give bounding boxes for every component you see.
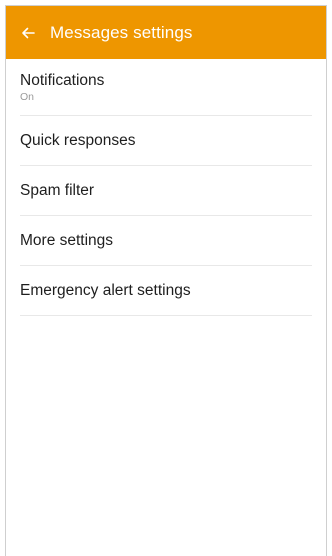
- more-settings-label: More settings: [20, 232, 114, 249]
- spam-filter-setting[interactable]: Spam filter: [20, 166, 312, 216]
- notifications-setting[interactable]: Notifications On: [20, 59, 312, 116]
- quick-responses-setting[interactable]: Quick responses: [20, 116, 312, 166]
- more-settings-setting[interactable]: More settings: [20, 216, 312, 266]
- notifications-label: Notifications: [20, 71, 105, 89]
- notifications-status: On: [20, 90, 35, 103]
- settings-list: Notifications On Quick responses Spam fi…: [6, 59, 326, 316]
- emergency-alert-settings-label: Emergency alert settings: [20, 282, 191, 299]
- arrow-left-icon: [21, 27, 35, 39]
- spam-filter-label: Spam filter: [20, 182, 95, 199]
- emergency-alert-settings-setting[interactable]: Emergency alert settings: [20, 266, 312, 316]
- quick-responses-label: Quick responses: [20, 132, 136, 149]
- app-bar: Messages settings: [6, 6, 326, 59]
- screen: Messages settings Notifications On Quick…: [5, 5, 327, 556]
- back-button[interactable]: [6, 6, 50, 59]
- page-title: Messages settings: [50, 22, 193, 42]
